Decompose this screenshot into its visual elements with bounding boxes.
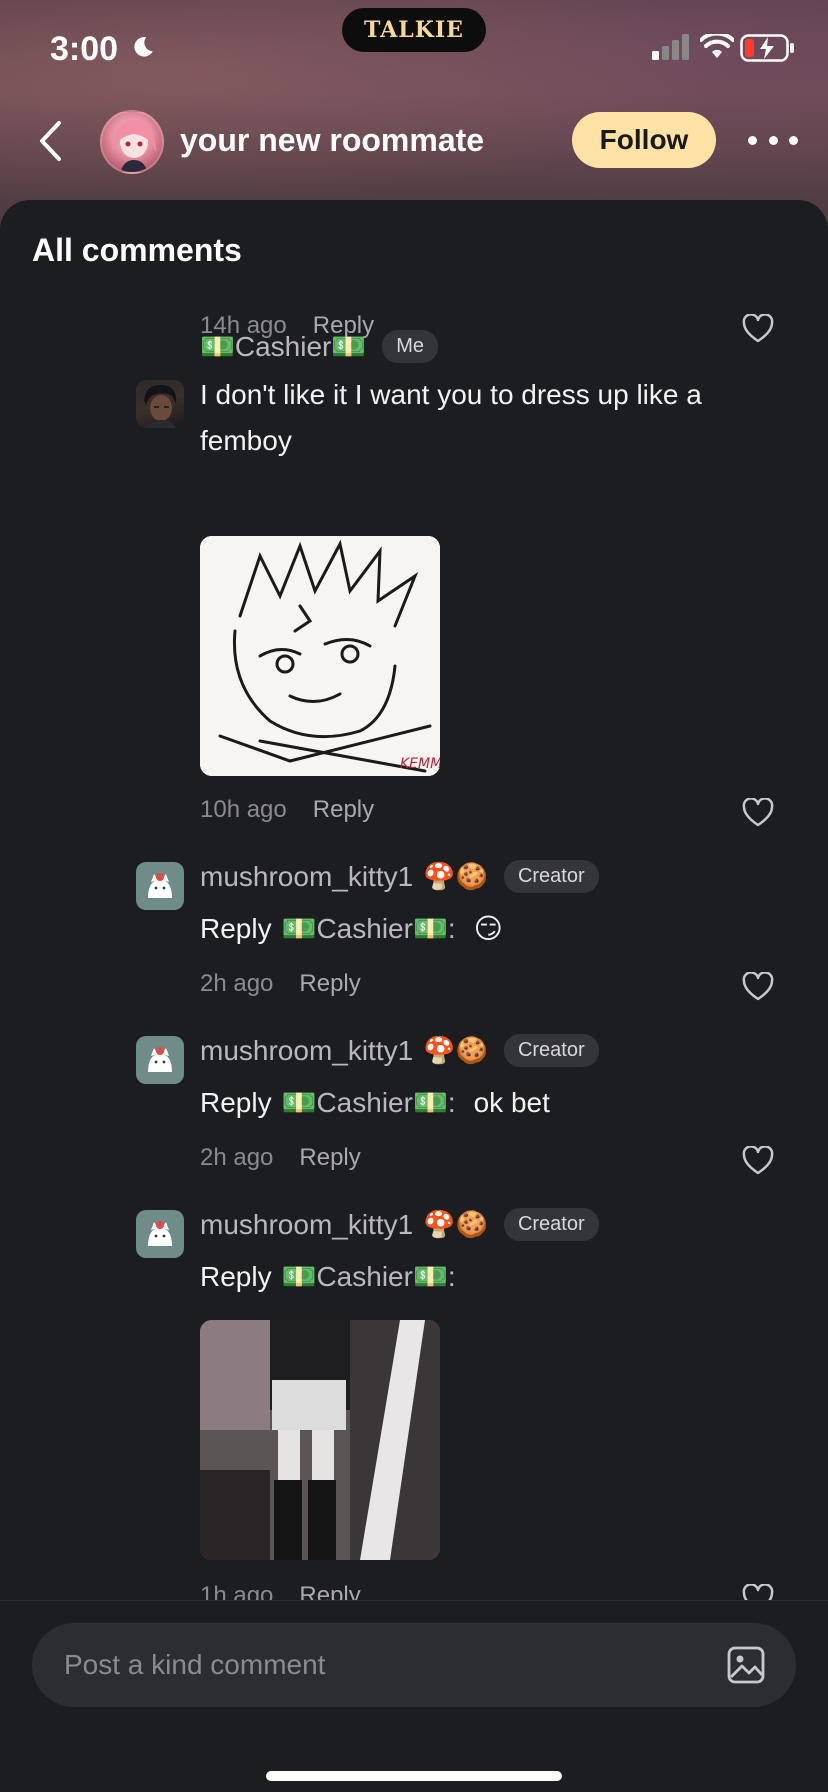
reply-button[interactable]: Reply [313,796,374,824]
comment-time: 10h ago [200,796,287,823]
reply-body: ok bet [473,1086,550,1118]
composer-area [0,1600,828,1792]
heart-icon[interactable] [742,1146,774,1176]
page-title: your new roommate [180,122,485,158]
heart-icon[interactable] [742,972,774,1002]
status-bar: 3:00 TALKIE [0,0,828,96]
comment-image[interactable]: KEMM [200,536,440,776]
creator-badge: Creator [503,1208,599,1241]
comment-meta: 2h ago Reply [200,970,361,998]
username-emojis: 🍄🍪 [423,1209,488,1239]
status-time: 3:00 [50,30,119,68]
comment-input[interactable] [64,1645,664,1685]
username-emojis: 🍄🍪 [423,1035,488,1065]
manga-sketch-image: KEMM [200,536,440,776]
reply-body: 😏 [473,913,503,944]
comment-composer[interactable] [32,1623,796,1707]
reply-prefix: Reply [200,1086,272,1118]
photo-image [200,1320,440,1560]
signal-icon [652,34,689,60]
mention-colon: : [447,912,456,944]
battery-icon [740,34,794,62]
comment-header: 💵Cashier💵 Me [200,330,439,363]
comment-meta: 10h ago Reply [200,796,374,824]
dot-icon [748,135,757,145]
username[interactable]: 💵Cashier💵 [200,330,366,363]
mention-colon: : [447,1086,456,1118]
comment-meta: 1h ago Reply [200,1582,361,1600]
username[interactable]: mushroom_kitty1 [200,1035,413,1067]
comment-header: mushroom_kitty1 🍄🍪 Creator [200,1034,599,1067]
reply-prefix: Reply [200,1260,272,1292]
moon-icon [134,37,153,57]
cat-avatar-icon [148,1047,172,1072]
comments-title: All comments [32,232,242,268]
dynamic-island: TALKIE [342,8,486,52]
comment-header: mushroom_kitty1 🍄🍪 Creator [200,860,599,893]
avatar-portrait-icon [144,384,177,428]
comment-text: Reply 💵Cashier💵 : [200,1260,456,1293]
svg-text:KEMM: KEMM [400,756,440,772]
follow-button[interactable]: Follow [572,112,716,168]
reply-button[interactable]: Reply [299,1144,360,1172]
comment-time: 2h ago [200,1144,274,1171]
avatar-portrait-icon [112,120,156,172]
mention[interactable]: 💵Cashier💵 [282,1086,448,1119]
comments-sheet: All comments 14h ago Reply 💵Cashier💵 Me … [0,200,828,1600]
heart-icon[interactable] [742,1584,774,1600]
mention[interactable]: 💵Cashier💵 [282,1260,448,1293]
dot-icon [768,135,778,145]
heart-icon[interactable] [742,798,774,828]
comment-time: 2h ago [200,970,274,997]
cat-avatar-icon [148,873,172,898]
nav-bar: your new roommate Follow [0,100,828,182]
comment-text: Reply 💵Cashier💵 : ok bet [200,1086,550,1119]
comment-time: 1h ago [200,1582,274,1600]
username-emojis: 🍄🍪 [423,861,488,891]
comment-header: mushroom_kitty1 🍄🍪 Creator [200,1208,599,1241]
user-avatar[interactable] [136,862,184,910]
mention-colon: : [447,1260,456,1292]
user-avatar[interactable] [136,1036,184,1084]
comment-text: Reply 💵Cashier💵 : 😏 [200,912,503,945]
comment-image[interactable] [200,1320,440,1560]
mention[interactable]: 💵Cashier💵 [282,912,448,945]
home-indicator [266,1771,562,1781]
back-button[interactable] [28,116,72,166]
reply-button[interactable]: Reply [299,970,360,998]
wifi-icon [700,34,734,58]
dot-icon [789,135,798,145]
me-badge: Me [382,330,439,363]
username[interactable]: mushroom_kitty1 [200,1209,413,1241]
talkie-logo: TALKIE [364,17,464,43]
chevron-left-icon [40,121,61,161]
image-upload-icon[interactable] [726,1645,766,1685]
reply-button[interactable]: Reply [299,1582,360,1600]
reply-prefix: Reply [200,912,272,944]
user-avatar[interactable] [136,380,184,428]
creator-badge: Creator [503,1034,599,1067]
comment-text: I don't like it I want you to dress up l… [200,379,702,456]
username[interactable]: mushroom_kitty1 [200,861,413,893]
heart-icon[interactable] [742,314,774,344]
character-avatar[interactable] [100,110,164,174]
creator-badge: Creator [503,860,599,893]
cat-avatar-icon [148,1221,172,1246]
user-avatar[interactable] [136,1210,184,1258]
more-options-button[interactable] [748,122,798,158]
comment-meta: 2h ago Reply [200,1144,361,1172]
